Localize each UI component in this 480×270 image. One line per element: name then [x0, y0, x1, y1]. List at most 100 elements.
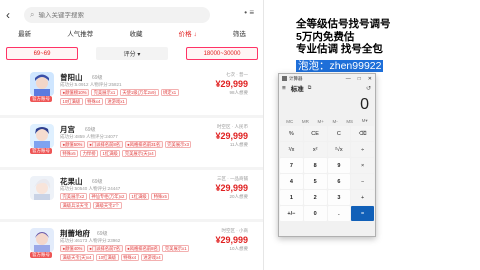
tag: ●风格排名前8名: [124, 245, 161, 252]
decimal-button[interactable]: .: [327, 206, 351, 221]
tag: 进游戏x4: [140, 254, 164, 261]
listing-card[interactable]: 官方账号 荆蕾地府 69级 成功分:46173 人物评分:23962 时空区 ·…: [0, 222, 263, 270]
search-field[interactable]: ⌕: [24, 7, 210, 23]
negate-button[interactable]: +/−: [280, 206, 303, 221]
digit-9-button[interactable]: 9: [327, 158, 351, 173]
tab-price[interactable]: 价格 ↓: [175, 28, 201, 42]
tag: ●门派排名前8名: [86, 141, 123, 148]
listing-server: 七次 · 普一: [226, 72, 248, 77]
digit-5-button[interactable]: 5: [303, 174, 327, 189]
price-range-chip[interactable]: 18000~30000: [186, 47, 258, 60]
trading-app: ‹ ⌕ • ≡ 最新 人气推荐 收藏 价格 ↓ 筛选 69~69 评分 ▾ 18…: [0, 0, 264, 270]
memory-row: MC MR M+ M- MS M▾: [279, 117, 375, 125]
clear-button[interactable]: C: [327, 126, 351, 141]
digit-8-button[interactable]: 8: [303, 158, 327, 173]
maximize-icon[interactable]: □: [358, 76, 361, 82]
backspace-button[interactable]: ⌫: [351, 126, 374, 141]
tag: 满级天宝2个: [92, 202, 122, 209]
memory-add-button[interactable]: M+: [317, 119, 323, 124]
menu-icon[interactable]: • ≡: [244, 8, 254, 17]
listing-price: ¥29,999: [215, 235, 248, 245]
official-badge: 官方账号: [30, 252, 52, 258]
percent-button[interactable]: %: [280, 126, 303, 141]
hamburger-menu-icon[interactable]: ≡: [282, 85, 286, 92]
memory-list-button[interactable]: M▾: [362, 118, 368, 124]
calculator-display: 0: [360, 96, 369, 113]
search-input[interactable]: [38, 11, 189, 19]
tag: 10红满级: [95, 254, 119, 261]
square-button[interactable]: x²: [303, 142, 327, 157]
listing-server: 时空区 · 小商: [221, 228, 249, 233]
keep-on-top-icon[interactable]: ⧉: [308, 85, 312, 91]
listing-price: ¥29,999: [215, 131, 248, 141]
character-avatar: [30, 228, 54, 252]
listing-meta: 成功分:4859 人物评分:24077: [60, 134, 118, 139]
digit-4-button[interactable]: 4: [280, 174, 303, 189]
reciprocal-button[interactable]: ¹/x: [280, 142, 303, 157]
listing-tags: ●颜值50% ●门派排名前8名 ●风格排名前31名 完美展示x3 特殊x5 力悍…: [60, 141, 200, 159]
listing-card[interactable]: 官方账号 月宫 69级 成功分:4859 人物评分:24077 时空区 · 人民…: [0, 118, 263, 170]
listing-server: 三区 · 一品商铺: [217, 176, 248, 181]
sort-dropdown[interactable]: 评分 ▾: [96, 47, 168, 60]
minimize-icon[interactable]: —: [346, 76, 351, 82]
listing-price: ¥29,999: [215, 79, 248, 89]
doc-line-1: 全等级估号找号调号: [296, 18, 391, 30]
tag: 天使1级(万年2x9): [119, 89, 159, 96]
tab-latest[interactable]: 最新: [14, 28, 35, 42]
listing-card[interactable]: 官方账号 曾阳山 69级 成功分:5.0912 人物评分:25821 七次 · …: [0, 66, 263, 118]
character-avatar: [30, 124, 54, 148]
clear-entry-button[interactable]: CE: [303, 126, 327, 141]
listing-list: 官方账号 曾阳山 69级 成功分:5.0912 人物评分:25821 七次 · …: [0, 66, 263, 270]
multiply-button[interactable]: ×: [351, 158, 374, 173]
tab-favorites[interactable]: 收藏: [125, 28, 146, 42]
tag: ●颜值50%: [60, 141, 85, 148]
listing-card[interactable]: 花果山 69级 成功分:50540 人物评分:24447 三区 · 一品商铺 ¥…: [0, 170, 263, 222]
doc-line-3: 专业估调 找号全包: [296, 43, 383, 55]
digit-0-button[interactable]: 0: [303, 206, 327, 221]
sort-tabs: 最新 人气推荐 收藏 价格 ↓ 筛选: [0, 28, 263, 42]
divide-button[interactable]: ÷: [351, 142, 374, 157]
history-icon[interactable]: ↺: [366, 85, 375, 92]
tag: 神仙专柜(万年)x2: [88, 193, 127, 200]
tag: 1红满级: [128, 193, 150, 200]
memory-clear-button[interactable]: MC: [286, 119, 293, 124]
close-icon[interactable]: ✕: [368, 76, 372, 82]
digit-7-button[interactable]: 7: [280, 158, 303, 173]
plus-button[interactable]: +: [351, 190, 374, 205]
tag: ●颜值榜10%: [60, 89, 90, 96]
calculator-app-icon: [282, 76, 287, 81]
search-icon: ⌕: [30, 10, 35, 19]
memory-recall-button[interactable]: MR: [302, 119, 309, 124]
calculator-window: 计算器 — □ ✕ ≡ 标准 ⧉ ↺ 0 MC MR M+ M- MS M▾ %…: [278, 73, 376, 237]
window-title: 计算器: [289, 75, 303, 81]
tag: 力悍榜: [80, 150, 99, 157]
tab-popular[interactable]: 人气推荐: [63, 28, 97, 42]
tag: 满级天宝(天)x4: [60, 254, 94, 261]
calculator-titlebar[interactable]: 计算器 — □ ✕: [279, 74, 375, 83]
listing-level: 69级: [97, 231, 108, 237]
tag: 完美展示(天)x4: [122, 150, 157, 157]
digit-1-button[interactable]: 1: [280, 190, 303, 205]
tag: 特殊x5: [60, 150, 79, 157]
level-filter-chip[interactable]: 69~69: [6, 47, 78, 60]
memory-subtract-button[interactable]: M-: [332, 119, 337, 124]
tag: 完美展示x1: [91, 89, 118, 96]
listing-interest: 11人想要: [229, 142, 248, 147]
listing-interest: 20人想要: [229, 194, 248, 199]
digit-3-button[interactable]: 3: [327, 190, 351, 205]
tag: 完美展示x1: [162, 245, 190, 252]
back-icon[interactable]: ‹: [6, 8, 20, 22]
equals-button[interactable]: =: [351, 206, 374, 221]
doc-line-selected: 泡泡：zhen99922: [296, 59, 384, 72]
memory-store-button[interactable]: MS: [346, 119, 353, 124]
sqrt-button[interactable]: ²√x: [327, 142, 351, 157]
listing-interest: 98人想要: [229, 90, 248, 95]
text-document[interactable]: 全等级估号找号调号 5万内免费估 专业估调 找号全包 泡泡：zhen99922: [296, 18, 476, 74]
tag: ●风格排名前31名: [124, 141, 163, 148]
minus-button[interactable]: −: [351, 174, 374, 189]
digit-2-button[interactable]: 2: [303, 190, 327, 205]
tab-filter[interactable]: 筛选: [229, 28, 250, 42]
digit-6-button[interactable]: 6: [327, 174, 351, 189]
keypad: % CE C ⌫ ¹/x x² ²√x ÷ 7 8 9 × 4 5 6 − 1 …: [279, 125, 375, 221]
tag: ●颜值40%: [60, 245, 85, 252]
